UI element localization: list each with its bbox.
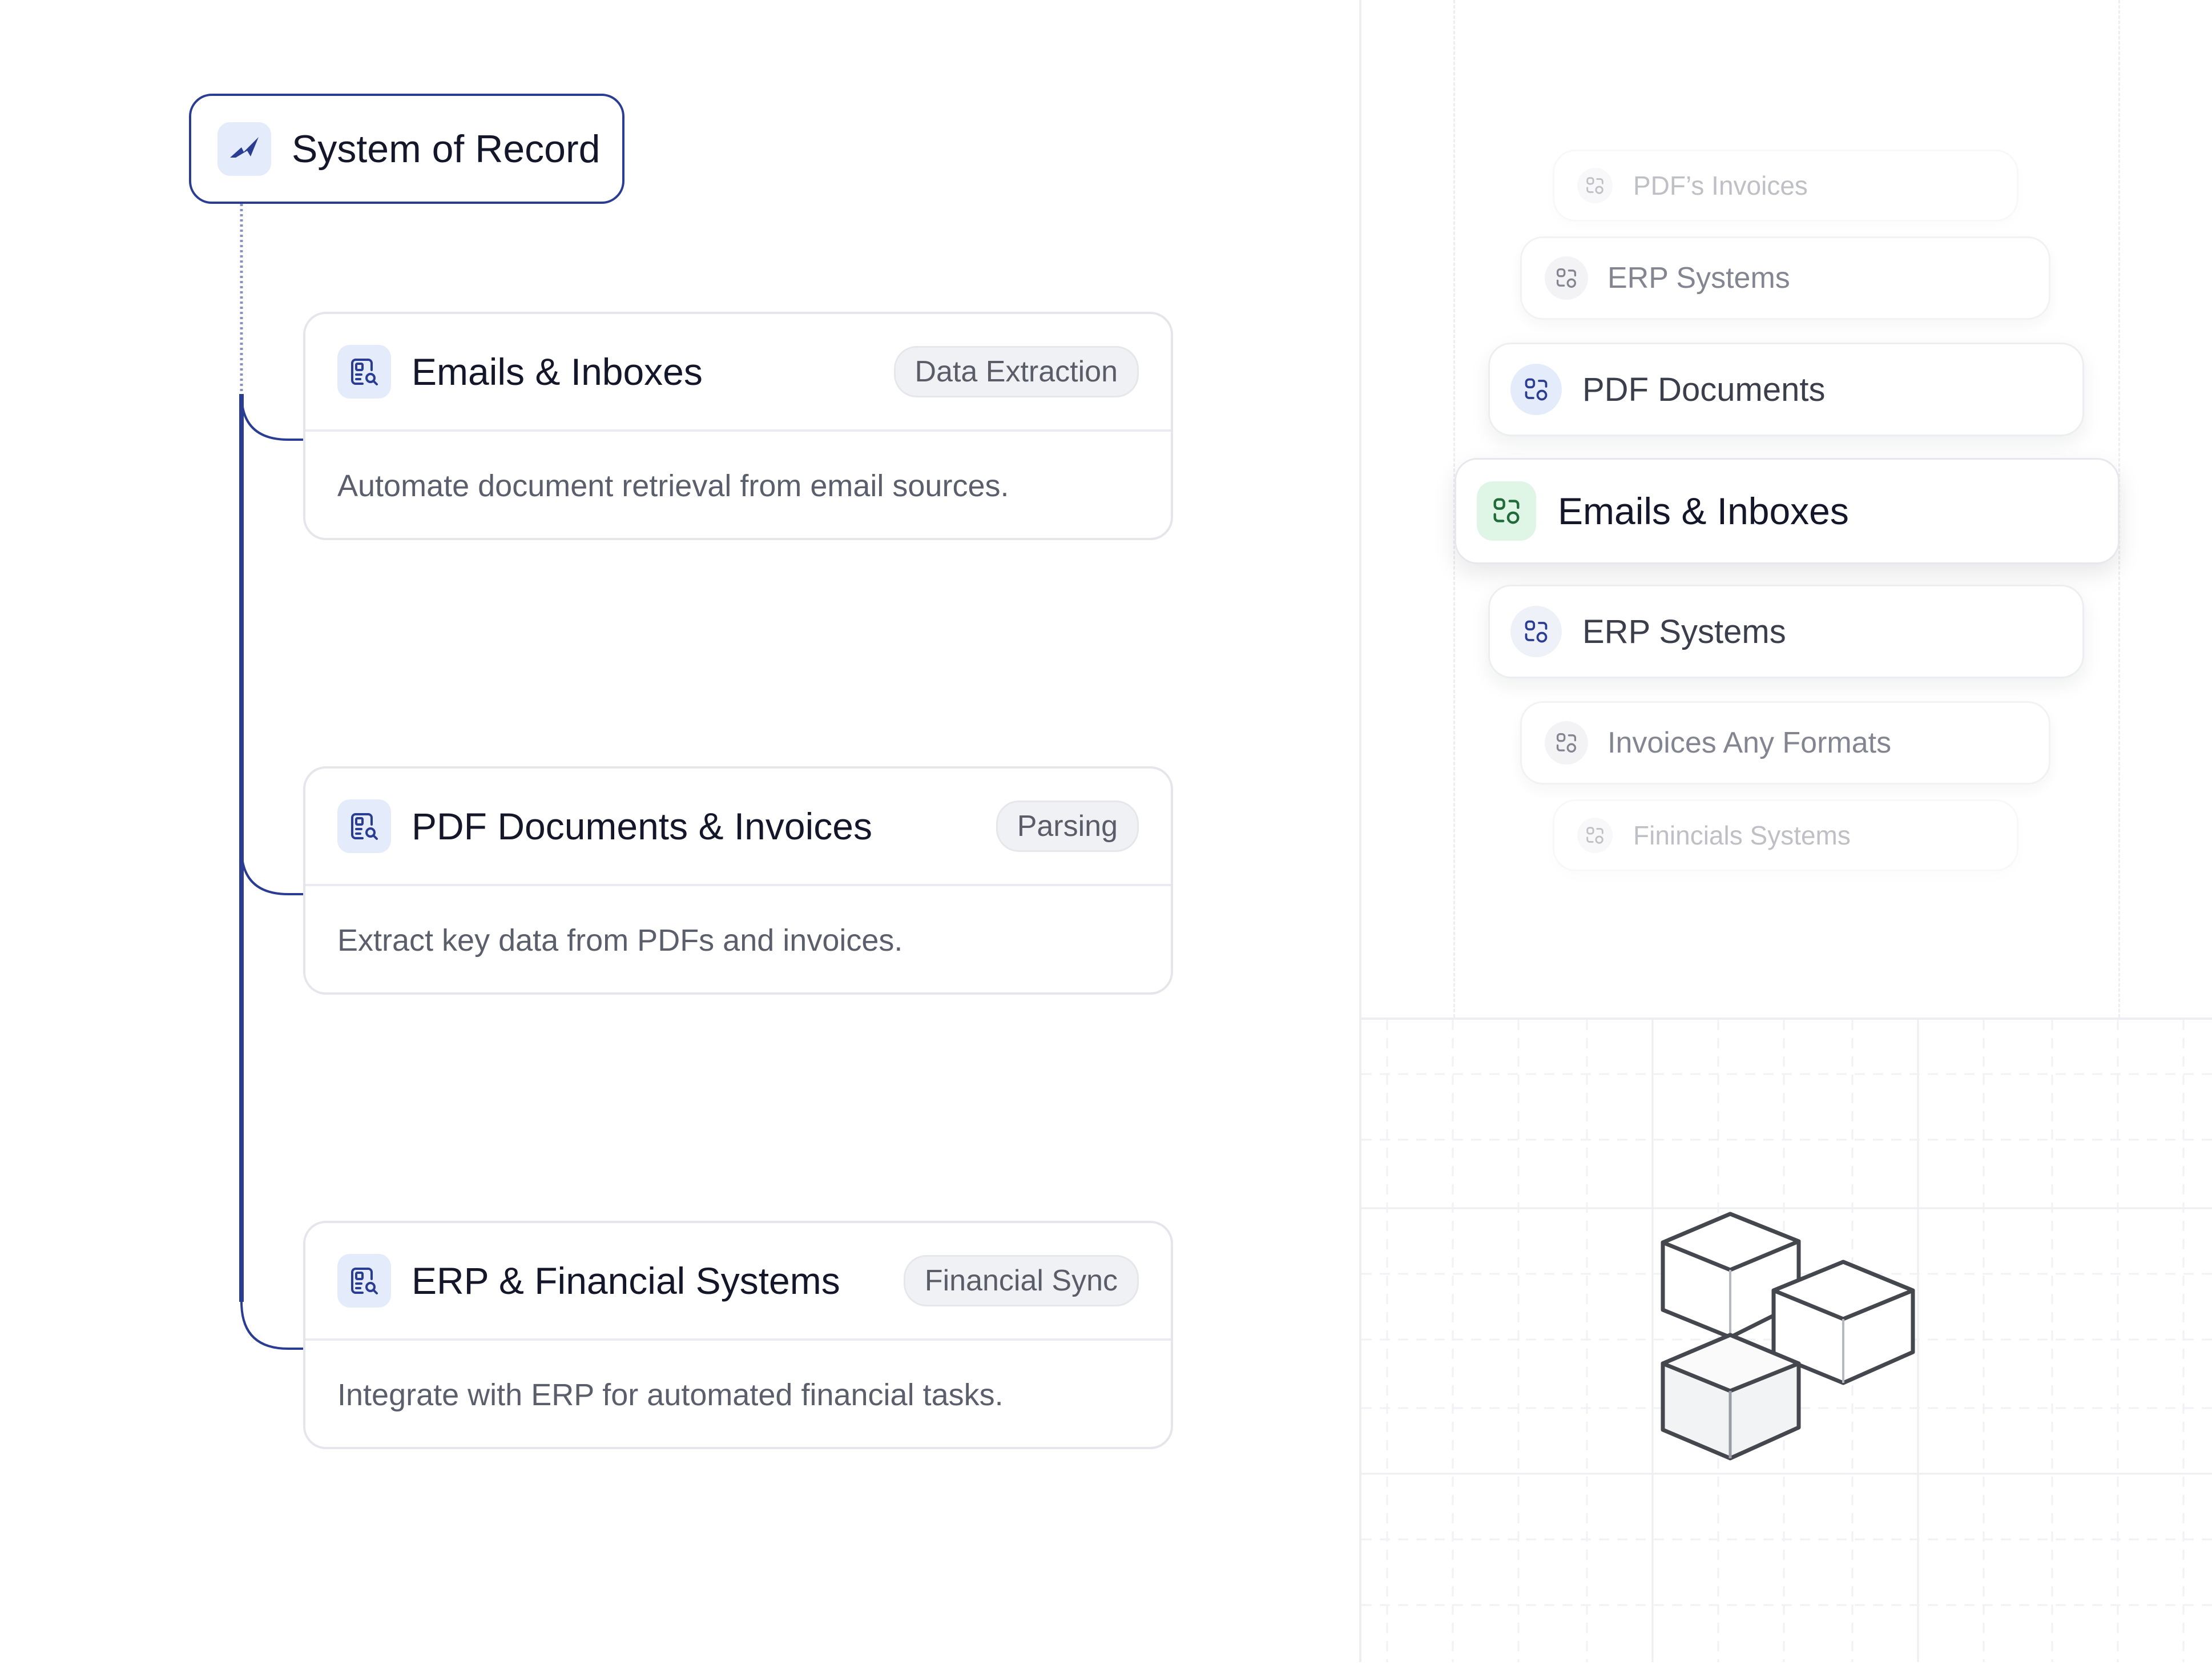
cubes-icon xyxy=(1661,1212,1915,1461)
stack-item-finincials-systems[interactable]: Finincials Systems xyxy=(1553,799,2018,871)
card-title: ERP & Financial Systems xyxy=(412,1260,840,1302)
root-title: System of Record xyxy=(292,127,601,171)
tag-badge: Parsing xyxy=(996,801,1139,852)
card-header: PDF Documents & Invoices Parsing xyxy=(305,769,1171,886)
stack-item-pdf-documents[interactable]: PDF Documents xyxy=(1488,343,2084,436)
card-title: PDF Documents & Invoices xyxy=(412,805,872,847)
card-erp-financial-systems[interactable]: ERP & Financial Systems Financial Sync I… xyxy=(303,1221,1173,1449)
integration-icon xyxy=(1577,168,1613,203)
stack-item-erp-systems-upper[interactable]: ERP Systems xyxy=(1520,236,2050,320)
card-title: Emails & Inboxes xyxy=(412,351,703,393)
system-of-record-node[interactable]: System of Record xyxy=(189,94,624,204)
stack-item-invoices-any-formats[interactable]: Invoices Any Formats xyxy=(1520,701,2050,785)
integration-icon xyxy=(1477,481,1536,541)
integration-icon xyxy=(1510,364,1562,415)
stack-item-label: Finincials Systems xyxy=(1633,821,1851,850)
card-emails-inboxes[interactable]: Emails & Inboxes Data Extraction Automat… xyxy=(303,312,1173,540)
stack-item-emails-inboxes[interactable]: Emails & Inboxes xyxy=(1454,458,2120,564)
tag-badge: Financial Sync xyxy=(903,1255,1139,1306)
card-description: Extract key data from PDFs and invoices. xyxy=(337,923,903,958)
integration-icon xyxy=(1577,818,1613,853)
stack-item-pdfs-invoices[interactable]: PDF’s Invoices xyxy=(1553,150,2018,222)
bolt-icon xyxy=(217,122,271,176)
stack-item-erp-systems-lower[interactable]: ERP Systems xyxy=(1488,585,2084,678)
card-description: Integrate with ERP for automated financi… xyxy=(337,1378,1004,1412)
grid-canvas xyxy=(1361,1020,2212,1662)
card-header: ERP & Financial Systems Financial Sync xyxy=(305,1223,1171,1341)
card-header: Emails & Inboxes Data Extraction xyxy=(305,314,1171,432)
stack-item-label: ERP Systems xyxy=(1582,613,1786,650)
card-pdf-documents-invoices[interactable]: PDF Documents & Invoices Parsing Extract… xyxy=(303,766,1173,995)
document-search-icon xyxy=(337,345,391,399)
card-description: Automate document retrieval from email s… xyxy=(337,469,1009,503)
integration-icon xyxy=(1545,721,1588,765)
stack-item-label: Emails & Inboxes xyxy=(1558,490,1849,532)
document-search-icon xyxy=(337,1254,391,1308)
stack-item-label: PDF’s Invoices xyxy=(1633,171,1808,200)
tag-badge: Data Extraction xyxy=(893,346,1139,397)
integration-icon xyxy=(1510,606,1562,657)
integration-icon xyxy=(1545,256,1588,300)
stack-item-label: Invoices Any Formats xyxy=(1607,726,1892,759)
stack-item-label: PDF Documents xyxy=(1582,371,1826,408)
document-search-icon xyxy=(337,799,391,853)
stack-item-label: ERP Systems xyxy=(1607,262,1790,295)
